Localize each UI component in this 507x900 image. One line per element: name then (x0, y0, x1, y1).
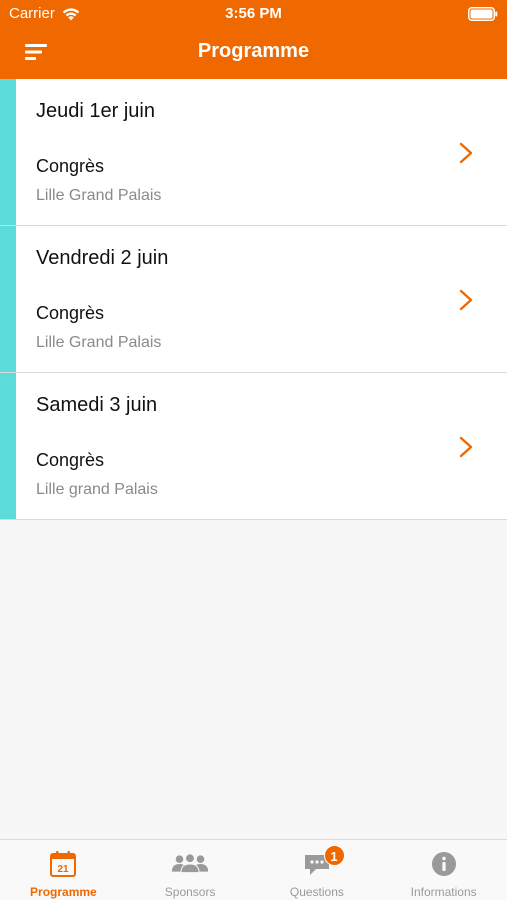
battery-icon (468, 7, 498, 21)
tab-programme[interactable]: 21 Programme (0, 840, 127, 900)
calendar-icon: 21 (50, 851, 77, 877)
tab-informations[interactable]: Informations (380, 840, 507, 900)
tab-label: Questions (289, 885, 344, 899)
session-row[interactable]: Vendredi 2 juin Congrès Lille Grand Pala… (0, 226, 507, 373)
svg-text:21: 21 (58, 864, 70, 875)
chevron-right-icon (459, 436, 473, 458)
tab-questions[interactable]: 1 Questions (254, 840, 381, 900)
chevron-right-icon (459, 289, 473, 311)
page-title: Programme (197, 40, 310, 62)
status-time: 3:56 PM (225, 5, 282, 22)
session-day: Jeudi 1er juin (36, 100, 155, 122)
tab-sponsors[interactable]: Sponsors (127, 840, 254, 900)
session-place: Lille grand Palais (36, 481, 158, 498)
notification-badge: 1 (323, 845, 345, 866)
tab-label: Programme (30, 885, 97, 899)
tab-bar: 21 Programme Sponsors 1 Questions Inform… (0, 839, 507, 900)
chevron-right-icon (459, 142, 473, 164)
row-accent-bar (0, 373, 16, 519)
session-day: Vendredi 2 juin (36, 247, 169, 269)
session-place: Lille Grand Palais (36, 187, 162, 204)
session-row[interactable]: Samedi 3 juin Congrès Lille grand Palais (0, 373, 507, 520)
screen: Carrier 3:56 PM Programme Jeudi 1er juin… (0, 0, 507, 900)
status-bar: Carrier 3:56 PM (0, 0, 507, 28)
nav-bar: Programme (0, 28, 507, 79)
session-row[interactable]: Jeudi 1er juin Congrès Lille Grand Palai… (0, 79, 507, 226)
tab-label: Informations (410, 885, 477, 899)
session-place: Lille Grand Palais (36, 334, 162, 351)
session-type: Congrès (36, 156, 105, 176)
session-type: Congrès (36, 303, 105, 323)
info-icon (431, 852, 456, 876)
session-list: Jeudi 1er juin Congrès Lille Grand Palai… (0, 79, 507, 520)
people-icon (171, 853, 209, 874)
header: Carrier 3:56 PM Programme (0, 0, 507, 79)
tab-label: Sponsors (164, 885, 216, 899)
row-accent-bar (0, 226, 16, 372)
row-accent-bar (0, 79, 16, 225)
session-day: Samedi 3 juin (36, 394, 158, 416)
session-type: Congrès (36, 450, 105, 470)
